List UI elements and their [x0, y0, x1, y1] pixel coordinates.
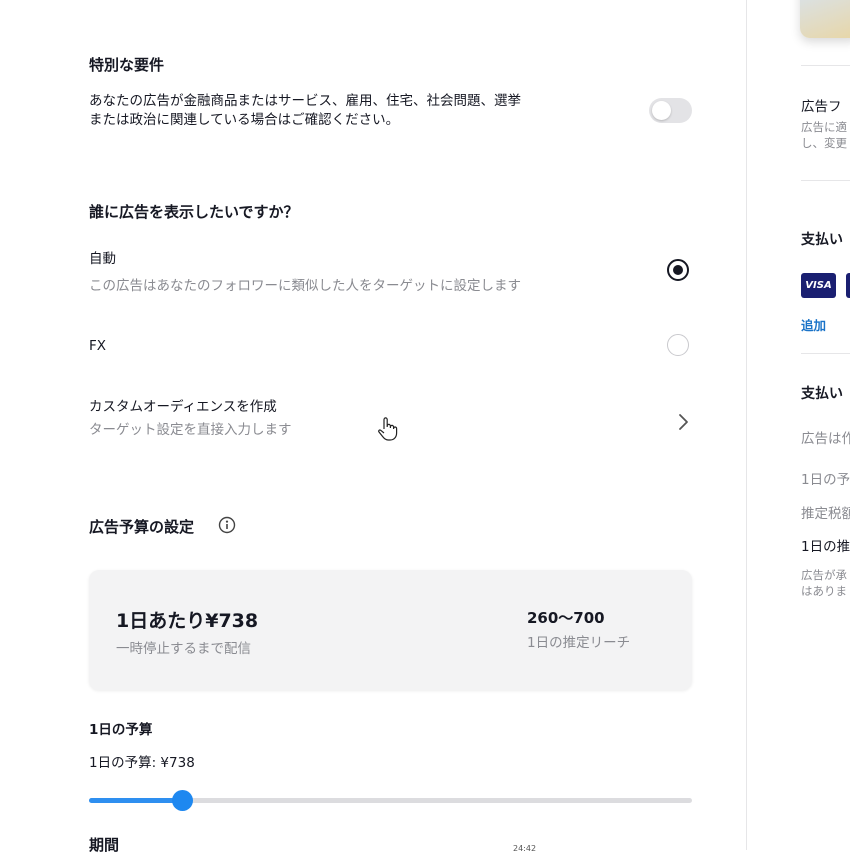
special-requirements-toggle[interactable] [649, 98, 692, 123]
audience-option-fx[interactable]: FX [89, 337, 692, 359]
hand-pointer-icon [378, 417, 398, 441]
audience-auto-radio[interactable] [667, 259, 689, 281]
daily-amount: 1日あたり¥738 [116, 610, 259, 632]
daily-budget-label: 1日の予算 [89, 722, 153, 738]
side-panel: 広告フ 広告に適 し、変更 支払い VISA 追加 支払い 広告は作 1日の予 … [747, 0, 850, 850]
time-label: 24:42 [513, 844, 537, 853]
audience-fx-radio[interactable] [667, 334, 689, 356]
ad-format-label: 広告フ [801, 99, 842, 115]
estimated-tax: 推定税額 [801, 506, 850, 522]
special-requirements-desc-line2: または政治に関連している場合はご確認ください。 [89, 112, 400, 128]
budget-title: 広告予算の設定 [89, 518, 195, 536]
audience-option-auto-label: 自動 [89, 251, 116, 267]
slider-thumb[interactable] [172, 790, 194, 811]
toggle-knob [652, 101, 671, 120]
daily-budget-side: 1日の予 [801, 472, 850, 488]
visa-card-icon[interactable]: VISA [801, 273, 836, 298]
estimated-reach: 260〜700 [527, 609, 605, 627]
special-requirements-title: 特別な要件 [89, 56, 165, 74]
ad-format-desc-line1: 広告に適 [801, 120, 847, 134]
daily-budget-value: 1日の予算: ¥738 [89, 755, 195, 771]
slider-fill [89, 798, 183, 803]
side-divider [801, 65, 850, 66]
audience-option-auto[interactable]: 自動 この広告はあなたのフォロワーに類似した人をターゲットに設定します [89, 250, 692, 294]
footnote-line2: はありま [801, 584, 847, 598]
audience-option-auto-desc: この広告はあなたのフォロワーに類似した人をターゲットに設定します [89, 278, 521, 294]
daily-total: 1日の推 [801, 539, 850, 555]
period-label: 期間 [89, 836, 120, 854]
special-requirements-desc-line1: あなたの広告が金融商品またはサービス、雇用、住宅、社会問題、選挙 [89, 93, 521, 109]
payment-method-title: 支払い [801, 232, 843, 248]
chevron-right-icon[interactable] [676, 412, 690, 432]
audience-option-fx-label: FX [89, 338, 107, 354]
estimated-reach-label: 1日の推定リーチ [527, 635, 631, 651]
ad-preview-thumbnail [800, 0, 850, 38]
daily-budget-slider[interactable] [89, 790, 692, 811]
audience-title: 誰に広告を表示したいですか？ [89, 203, 299, 221]
custom-audience-label: カスタムオーディエンスを作成 [89, 399, 277, 415]
payment-summary-title: 支払い [801, 386, 843, 402]
side-divider [801, 353, 850, 354]
daily-amount-sub: 一時停止するまで配信 [116, 641, 251, 657]
footnote-line1: 広告が承 [801, 568, 847, 582]
ad-note: 広告は作 [801, 431, 850, 447]
info-circle-icon[interactable] [218, 516, 236, 534]
main-content: 特別な要件 あなたの広告が金融商品またはサービス、雇用、住宅、社会問題、選挙 ま… [0, 0, 746, 854]
budget-summary-card: 1日あたり¥738 一時停止するまで配信 260〜700 1日の推定リーチ [89, 570, 692, 690]
side-divider [801, 180, 850, 181]
ad-format-desc-line2: し、変更 [801, 136, 847, 150]
add-payment-link[interactable]: 追加 [801, 315, 826, 334]
card-icon[interactable] [846, 273, 850, 298]
custom-audience-desc: ターゲット設定を直接入力します [89, 422, 292, 438]
